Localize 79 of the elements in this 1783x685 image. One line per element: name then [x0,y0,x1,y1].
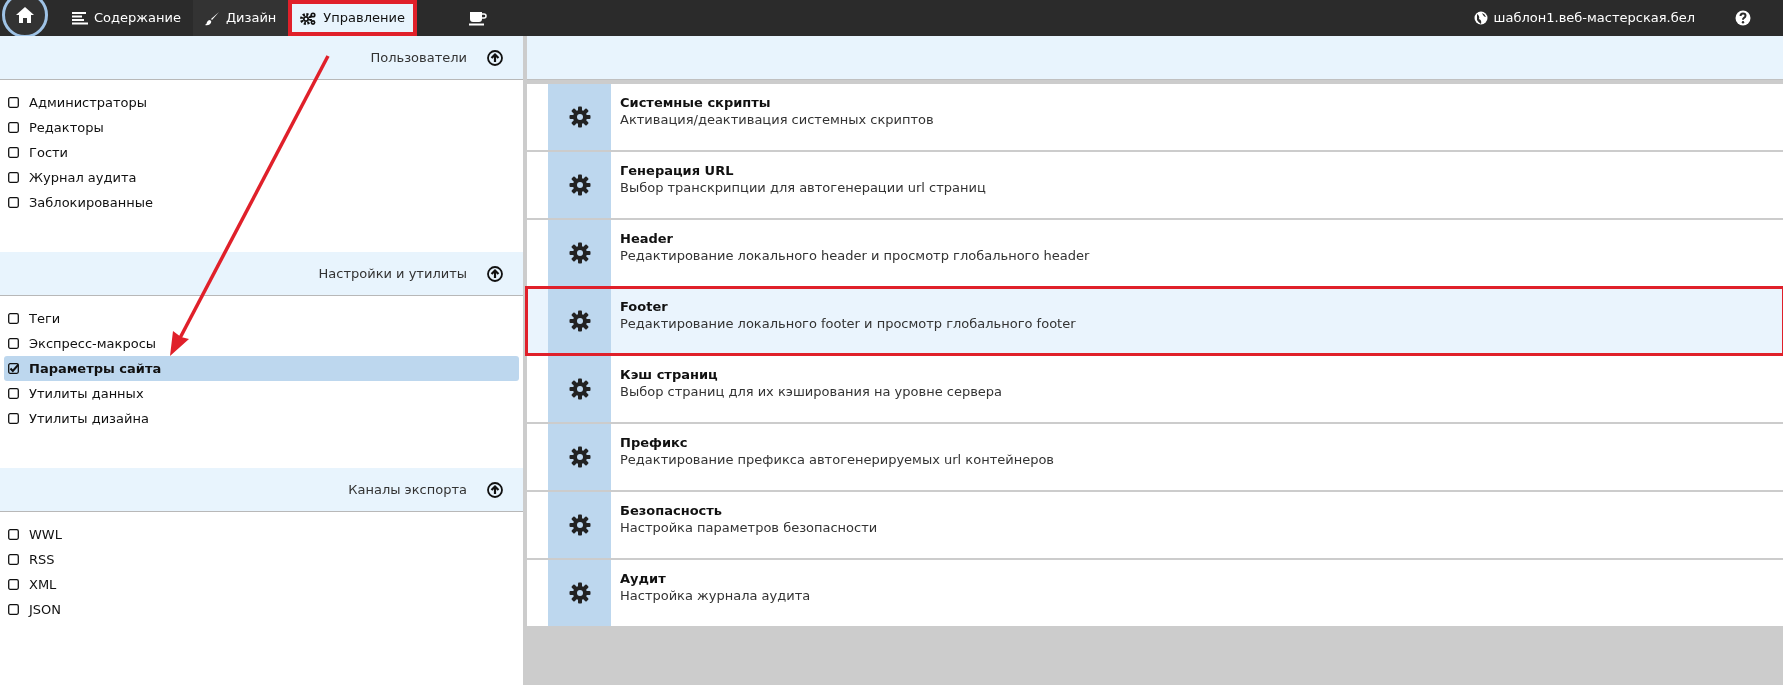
settings-card[interactable]: Аудит Настройка журнала аудита [527,560,1783,626]
card-description: Выбор транскрипции для автогенерации url страниц [620,179,986,196]
checkbox-icon [8,388,19,399]
settings-card[interactable]: Префикс Редактирование префикса автогенерируемых url контейнеров [527,424,1783,490]
section-title: Настройки и утилиты [318,264,467,283]
card-title: Префикс [620,434,689,451]
gear-icon [568,310,591,332]
card-description: Редактирование локального footer и просмотр глобального footer [620,315,1076,332]
site-address: шаблон1.веб-мастерская.бел [1493,9,1695,28]
card-title: Header [620,230,674,247]
menu-item[interactable]: RSS [4,547,519,572]
menu-item[interactable]: XML [4,572,519,597]
nav-tab[interactable]: Управление [288,0,417,36]
gear-icon [568,242,591,264]
menu-item[interactable]: Теги [4,306,519,331]
brush-icon [204,10,220,26]
gears-icon [300,10,318,26]
collapse-icon[interactable] [487,49,503,66]
checkbox-icon [8,529,19,540]
card-description: Редактирование локального header и просмотр глобального header [620,247,1090,264]
settings-card[interactable]: Генерация URL Выбор транскрипции для автогенерации url страниц [527,152,1783,218]
card-title: Footer [620,298,669,315]
checkbox-icon [8,122,19,133]
checkbox-icon [8,413,19,424]
card-title: Генерация URL [620,162,735,179]
collapse-icon[interactable] [487,265,503,282]
menu-item[interactable]: Экспресс-макросы [4,331,519,356]
checkbox-icon [8,147,19,158]
checkbox-icon [8,197,19,208]
help-icon[interactable] [1735,10,1751,26]
card-description: Настройка параметров безопасности [620,519,878,536]
checkbox-icon [8,579,19,590]
nav-tab[interactable]: Дизайн [192,0,289,36]
checkbox-icon [8,313,19,324]
menu-item[interactable]: WWL [4,522,519,547]
checked-box-icon [8,363,19,374]
gear-icon [568,582,591,604]
collapse-icon[interactable] [487,481,503,498]
list-icon [72,11,88,25]
checkbox-icon [8,172,19,183]
gear-icon [568,174,591,196]
site-link[interactable]: шаблон1.веб-мастерская.бел [1465,0,1703,36]
settings-card[interactable]: Кэш страниц Выбор страниц для их кэширования на уровне сервера [527,356,1783,422]
checkbox-icon [8,97,19,108]
menu-item[interactable]: Гости [4,140,519,165]
settings-card[interactable]: Безопасность Настройка параметров безопасности [527,492,1783,558]
card-title: Системные скрипты [620,94,772,111]
globe-icon [1473,11,1488,25]
card-description: Настройка журнала аудита [620,587,811,604]
card-description: Редактирование префикса автогенерируемых url контейнеров [620,451,1055,468]
card-description: Активация/деактивация системных скриптов [620,111,934,128]
settings-card[interactable]: Системные скрипты Активация/деактивация системных скриптов [527,84,1783,150]
checkbox-icon [8,554,19,565]
gear-icon [568,106,591,128]
section-title: Каналы экспорта [348,480,467,499]
menu-item[interactable]: Утилиты данных [4,381,519,406]
menu-item[interactable]: Заблокированные [4,190,519,215]
checkbox-icon [8,604,19,615]
menu-item[interactable]: Утилиты дизайна [4,406,519,431]
card-title: Кэш страниц [620,366,719,383]
gear-icon [568,514,591,536]
home-button[interactable] [2,0,48,38]
settings-card[interactable]: Header Редактирование локального header и просмотр глобального header [527,220,1783,286]
card-title: Безопасность [620,502,724,519]
gear-icon [568,446,591,468]
menu-item[interactable]: JSON [4,597,519,622]
menu-item[interactable]: Администраторы [4,90,519,115]
menu-item[interactable]: Редакторы [4,115,519,140]
card-title: Аудит [620,570,667,587]
home-icon [15,6,35,24]
section-title: Пользователи [370,48,467,67]
menu-item[interactable]: Журнал аудита [4,165,519,190]
checkbox-icon [8,338,19,349]
menu-item[interactable]: Параметры сайта [4,356,519,381]
card-description: Выбор страниц для их кэширования на уровне сервера [620,383,1003,400]
settings-card[interactable]: Footer Редактирование локального footer и просмотр глобального footer [527,288,1783,354]
gear-icon [568,378,591,400]
nav-tab[interactable]: Содержание [60,0,193,36]
cup-icon [468,10,487,26]
